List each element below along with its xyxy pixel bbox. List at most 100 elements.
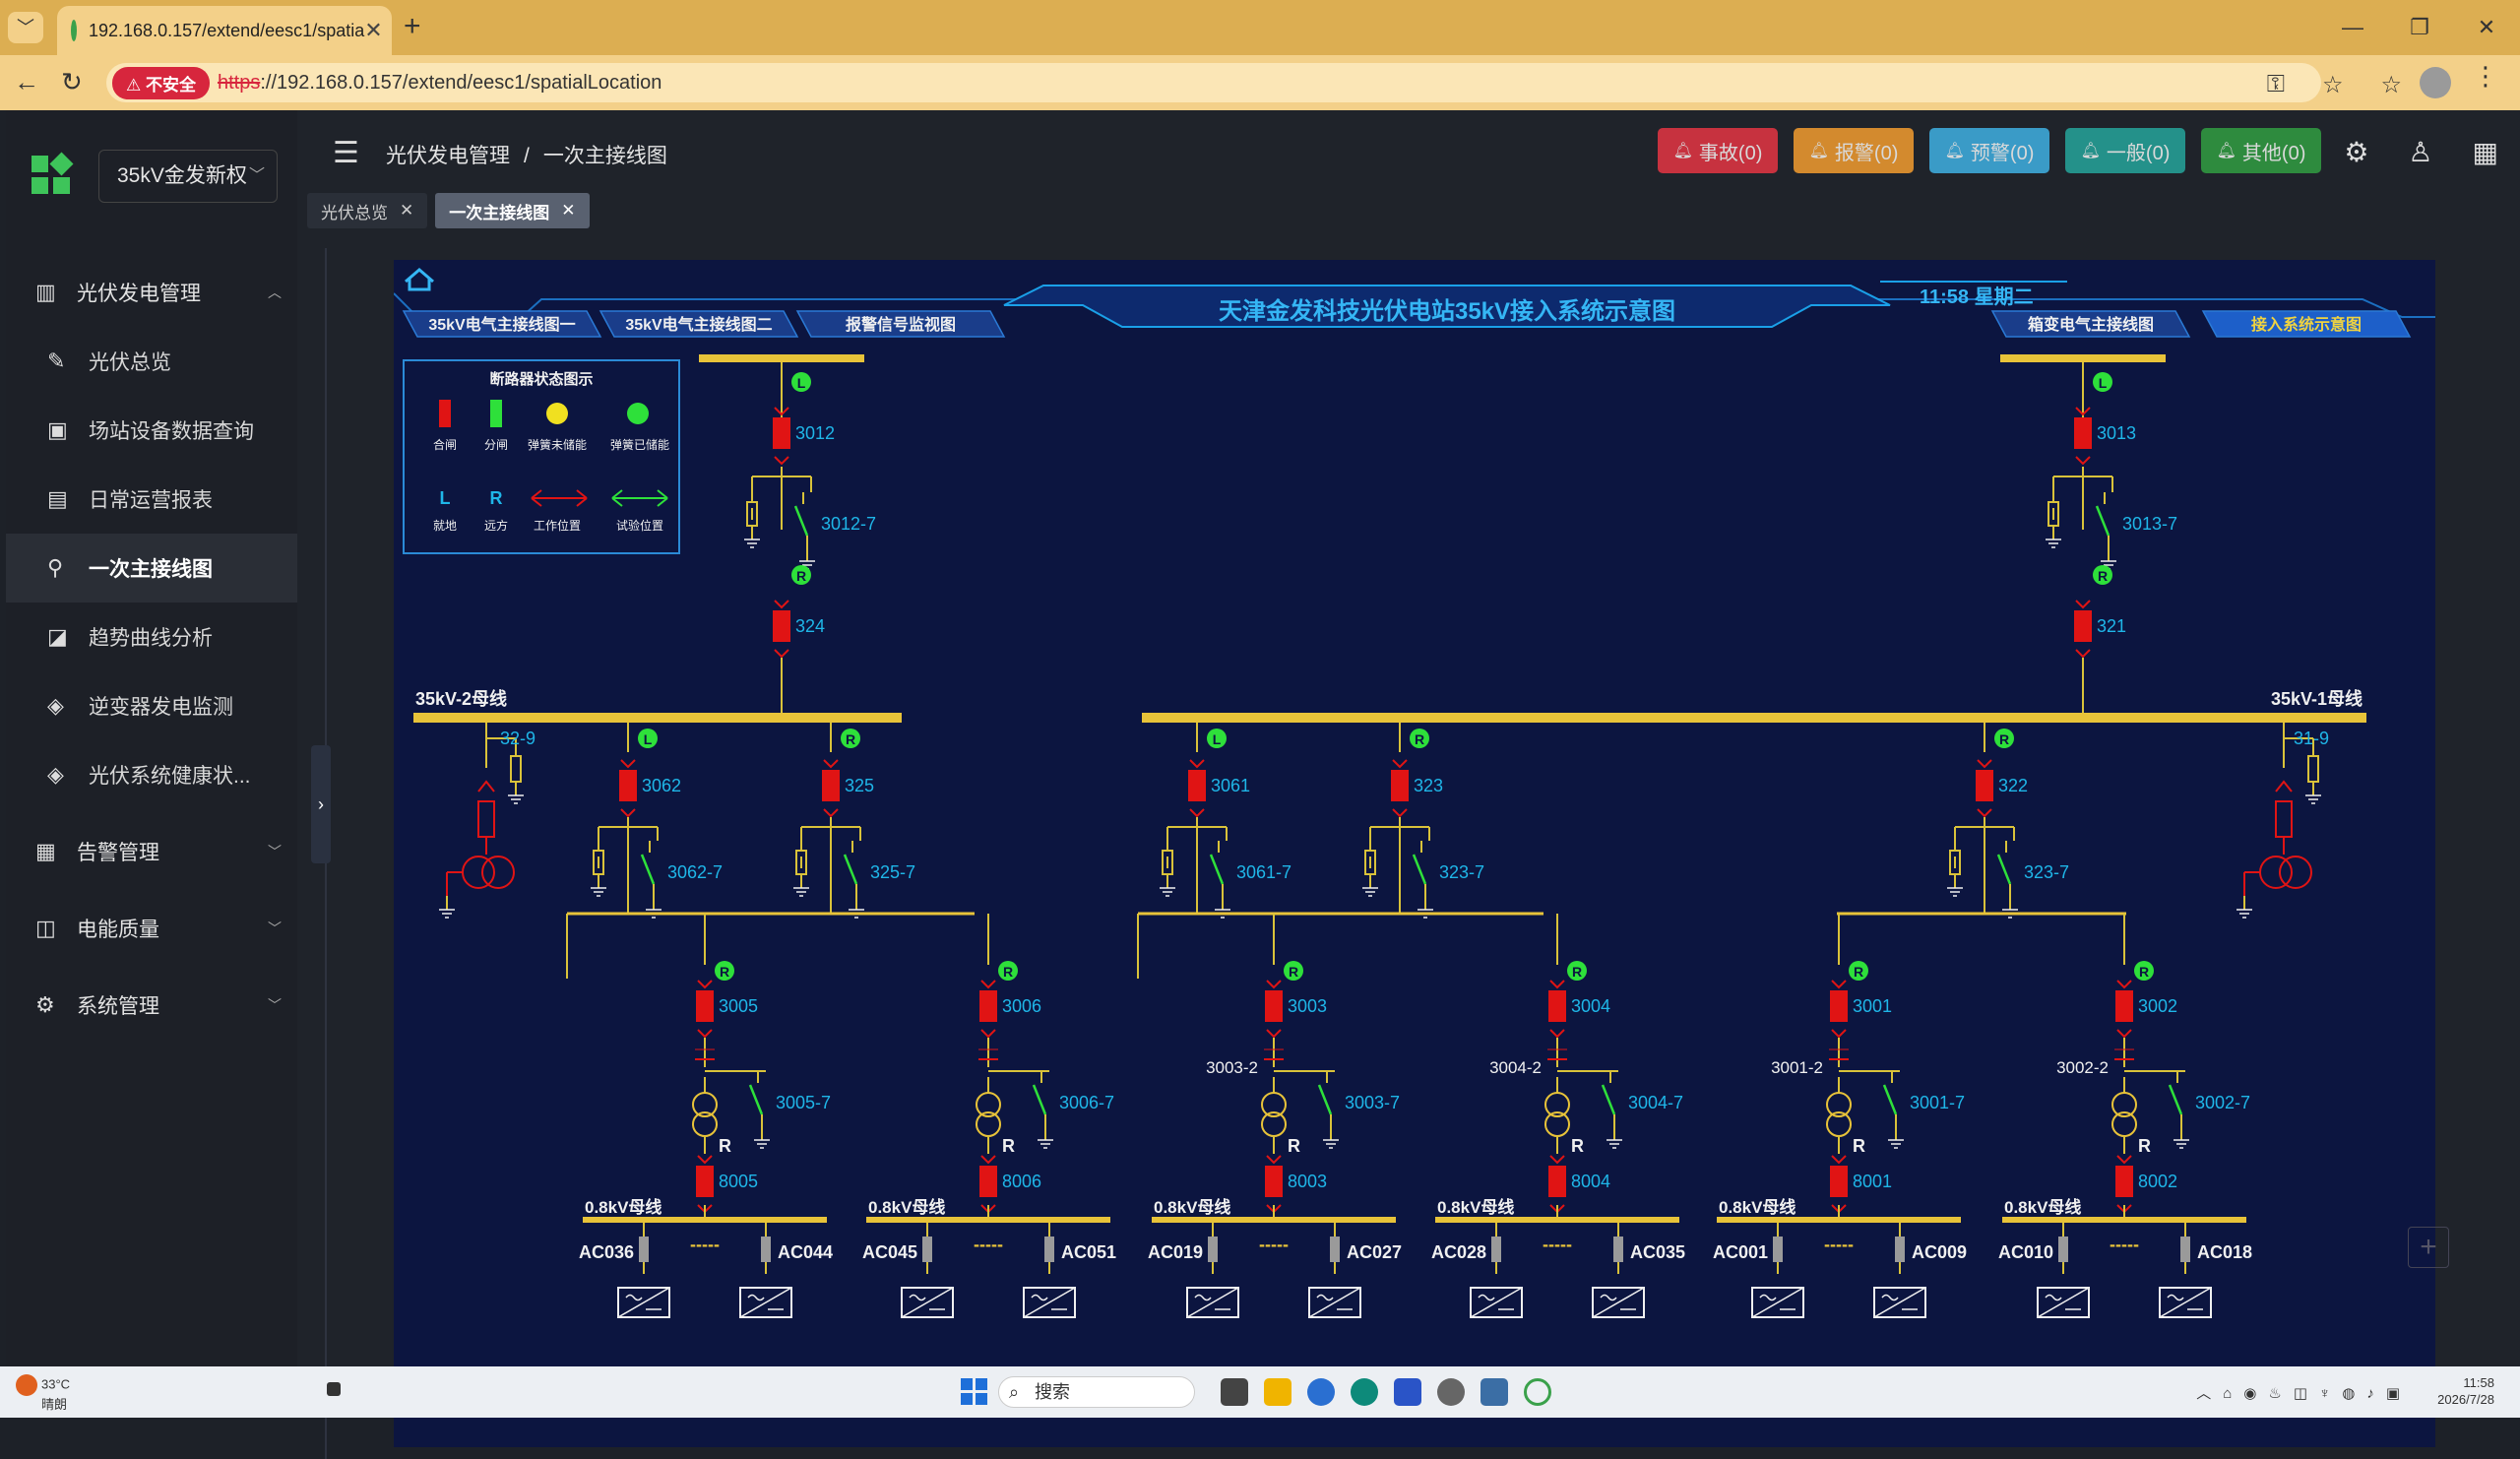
breadcrumb-parent[interactable]: 光伏发电管理 [386, 145, 510, 167]
apps-grid-icon[interactable]: ▦ [2473, 136, 2498, 168]
restore-icon[interactable]: ❐ [2386, 0, 2453, 55]
page-tab-0[interactable]: 光伏总览 ✕ [307, 193, 428, 228]
sidebar-item-7[interactable]: ◈ 光伏系统健康状... [6, 740, 297, 809]
start-icon[interactable] [961, 1378, 988, 1406]
back-icon[interactable]: ← [14, 67, 39, 97]
browser-tab[interactable]: 192.168.0.157/extend/eesc1/spatia ✕ [57, 6, 392, 55]
settings-icon[interactable]: ⚙ [2344, 136, 2368, 168]
state-letter: R [720, 964, 729, 980]
sidebar-expand-handle[interactable]: › [311, 745, 331, 863]
sidebar-item-3[interactable]: ▤ 日常运营报表 [6, 465, 297, 534]
close-icon[interactable]: ✕ [561, 201, 575, 221]
sidebar-item-9[interactable]: ◫ 电能质量 ﹀ [6, 894, 297, 963]
site-select[interactable]: 35kV金发新权 ﹀ [98, 150, 278, 203]
chevron-icon [1977, 808, 1992, 818]
sidebar-item-0[interactable]: ▥ 光伏发电管理 ︿ [6, 258, 297, 327]
sidebar-item-6[interactable]: ◈ 逆变器发电监测 [6, 671, 297, 740]
nav-button-label[interactable]: 报警信号监视图 [846, 315, 956, 334]
add-icon[interactable]: + [2408, 1227, 2449, 1268]
alarm-button-2[interactable]: 🔔︎ 预警(0) [1929, 128, 2049, 173]
diagram-title: 天津金发科技光伏电站35kV接入系统示意图 [1219, 297, 1675, 325]
search-label: 搜索 [1035, 1382, 1070, 1402]
taskbar-search[interactable]: ⌕ 搜索 [998, 1376, 1195, 1408]
remote-letter: R [490, 488, 503, 508]
minimize-icon[interactable]: — [2319, 0, 2386, 55]
chevron-icon [980, 1155, 996, 1165]
lv-switch-icon [1208, 1237, 1218, 1262]
inverter-icon [909, 1294, 926, 1301]
clock[interactable]: 11:58 2026/7/28 [2437, 1374, 2494, 1408]
sidebar-item-8[interactable]: ▦ 告警管理 ﹀ [6, 817, 297, 886]
close-tab-icon[interactable]: ✕ [364, 18, 382, 43]
favorites-icon[interactable]: ☆ [2380, 71, 2402, 99]
browser-app-icon[interactable] [1524, 1378, 1551, 1406]
page-tab-1[interactable]: 一次主接线图 ✕ [435, 193, 590, 228]
earth-switch-icon [1882, 1084, 1898, 1115]
app-k-icon[interactable] [1394, 1378, 1421, 1406]
profile-avatar[interactable] [2420, 67, 2451, 98]
chevron-icon [2116, 980, 2132, 989]
cube-icon: ◈ [47, 762, 64, 787]
lv-switch-icon [2180, 1237, 2190, 1262]
tab-search-button[interactable]: ﹀ [8, 12, 43, 43]
legend-label: 工作位置 [534, 518, 581, 533]
state-letter: R [1003, 964, 1013, 980]
reload-icon[interactable]: ↻ [61, 67, 83, 97]
close-window-icon[interactable]: ✕ [2453, 0, 2520, 55]
close-icon[interactable]: ✕ [400, 201, 413, 221]
nav-button-label[interactable]: 35kV电气主接线图二 [625, 315, 772, 334]
help-icon[interactable] [1307, 1378, 1335, 1406]
alarm-button-4[interactable]: 🔔︎ 其他(0) [2201, 128, 2321, 173]
breaker-closed-icon [696, 1166, 714, 1197]
chart-icon: ▥ [35, 280, 56, 304]
sidebar-item-2[interactable]: ▣ 场站设备数据查询 [6, 396, 297, 465]
nav-button-label[interactable]: 接入系统示意图 [2251, 315, 2362, 334]
star-icon[interactable]: ☆ [2322, 71, 2344, 99]
dash-separator: ----- [1259, 1235, 1289, 1254]
inverter-label: AC044 [778, 1242, 833, 1262]
isolator-label: 3004-2 [1489, 1058, 1542, 1077]
sidebar-item-5[interactable]: ◪ 趋势曲线分析 [6, 603, 297, 671]
user-icon[interactable]: ♙ [2408, 136, 2432, 168]
sidebar-item-4[interactable]: ⚲ 一次主接线图 [6, 534, 297, 603]
widget-icon[interactable] [327, 1382, 341, 1396]
nav-button-label[interactable]: 35kV电气主接线图一 [428, 315, 575, 334]
security-badge[interactable]: ⚠ 不安全 [112, 66, 210, 99]
menu-toggle-icon[interactable]: ☰ [333, 136, 359, 170]
alarm-button-3[interactable]: 🔔︎ 一般(0) [2065, 128, 2185, 173]
alarm-button-0[interactable]: 🔔︎ 事故(0) [1658, 128, 1778, 173]
key-icon[interactable]: ⚿ [2267, 71, 2285, 99]
breaker-label: 323 [1414, 776, 1443, 795]
address-bar[interactable]: ⚠ 不安全 https://192.168.0.157/extend/eesc1… [106, 63, 2321, 102]
new-tab-button[interactable]: + [404, 10, 421, 43]
breaker-closed-icon [619, 770, 637, 801]
weather-text: 晴朗 [41, 1397, 68, 1412]
sidebar-item-10[interactable]: ⚙ 系统管理 ﹀ [6, 971, 297, 1040]
breaker-label: 8004 [1571, 1172, 1610, 1191]
app-header: ☰ 光伏发电管理 / 一次主接线图 🔔︎ 事故(0) 🔔︎ 报警(0) 🔔︎ 预警(0) 🔔︎ 一… [297, 110, 2520, 191]
chevron-icon [823, 759, 839, 769]
explorer-icon[interactable] [1264, 1378, 1292, 1406]
remote-desktop-icon[interactable] [1480, 1378, 1508, 1406]
system-tray[interactable]: ︿⌂◉♨◫♆◍♪▣ [2196, 1382, 2412, 1403]
nav-button-label[interactable]: 箱变电气主接线图 [2028, 315, 2154, 334]
switch-label: 3004-7 [1628, 1093, 1683, 1112]
earth-switch-icon [2168, 1084, 2183, 1115]
chevron-icon [980, 1029, 996, 1039]
chevron-icon [1392, 759, 1408, 769]
temperature: 33°C [41, 1376, 71, 1392]
sidebar: 35kV金发新权 ﹀ ▥ 光伏发电管理 ︿ ✎ 光伏总览 ▣ 场站设备数据查询 ▤ 日常运营报表… [6, 110, 297, 1366]
alarm-button-1[interactable]: 🔔︎ 报警(0) [1794, 128, 1914, 173]
more-icon[interactable]: ⋮ [2473, 61, 2498, 92]
breaker-closed-icon [1976, 770, 1993, 801]
breaker-closed-icon [1265, 990, 1283, 1022]
url-scheme: https [217, 71, 261, 94]
taskview-icon[interactable] [1221, 1378, 1248, 1406]
sidebar-item-label: 场站设备数据查询 [89, 420, 254, 443]
breaker-label: 321 [2097, 616, 2126, 636]
edge-icon[interactable] [1351, 1378, 1378, 1406]
settings-app-icon[interactable] [1437, 1378, 1465, 1406]
sidebar-item-1[interactable]: ✎ 光伏总览 [6, 327, 297, 396]
weather-widget[interactable]: 33°C 晴朗 [16, 1374, 70, 1413]
lv-bus-label: 0.8kV母线 [1437, 1197, 1514, 1217]
